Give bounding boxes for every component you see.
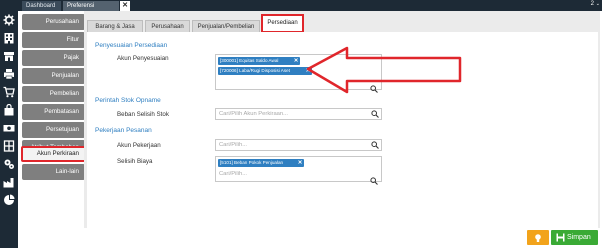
info-button[interactable] (527, 230, 549, 245)
nav-item-pajak[interactable]: Pajak (22, 50, 85, 66)
search-icon[interactable] (371, 110, 379, 118)
selected-account-chip: [5101] Beban Pokok Penjualan ✕ (218, 159, 304, 167)
tab-persediaan[interactable]: Persediaan (261, 14, 304, 33)
save-icon (556, 233, 565, 242)
nav-item-penjualan[interactable]: Penjualan (22, 68, 85, 84)
remove-chip-icon[interactable]: ✕ (293, 57, 299, 65)
bag-icon[interactable] (3, 104, 15, 116)
bulb-icon (533, 233, 543, 243)
nav-item-perusahaan[interactable]: Perusahaan (22, 14, 85, 30)
cash-register-icon[interactable] (3, 140, 15, 152)
input-placeholder: Cari/Pilih... (219, 142, 248, 148)
building-icon[interactable] (3, 32, 15, 44)
printer-icon[interactable] (3, 68, 15, 80)
beban-selisih-stok-input[interactable]: Cari/Pilih Akun Perkiraan... (215, 108, 382, 120)
save-button[interactable]: Simpan (551, 230, 598, 245)
tab-dashboard[interactable]: Dashboard (22, 1, 62, 11)
top-tab-bar: Dashboard Preferensi ✕ 2 ⌄ (0, 0, 602, 11)
section-title-pekerjaan: Pekerjaan Pesanan (95, 127, 152, 134)
nav-item-lain-lain[interactable]: Lain-lain (22, 164, 85, 180)
tab-barang-jasa[interactable]: Barang & Jasa (87, 20, 143, 32)
app-window: Dashboard Preferensi ✕ 2 ⌄ Perusahaan Fi… (0, 0, 602, 248)
search-icon[interactable] (371, 141, 379, 149)
section-title-penyesuaian: Penyesuaian Persediaan (95, 42, 168, 49)
chip-label: [720006] Laba/Rugi Disposisi Aset (220, 68, 290, 73)
nav-item-fitur[interactable]: Fitur (22, 32, 85, 48)
gears-icon[interactable] (3, 158, 15, 170)
field-label-akun-penyesuaian: Akun Penyesuaian (117, 55, 169, 62)
akun-pekerjaan-input[interactable]: Cari/Pilih... (215, 139, 382, 151)
section-title-opname: Perintah Stok Opname (95, 97, 161, 104)
chip-label: [5101] Beban Pokok Penjualan (220, 160, 284, 165)
nav-item-pembatasan[interactable]: Pembatasan (22, 104, 85, 120)
selected-account-chip: [300001] Equitas Saldo Awal ✕ (218, 57, 300, 65)
nav-item-akun-perkiraan[interactable]: Akun Perkiraan (21, 146, 87, 162)
module-icon-strip (0, 11, 18, 248)
chip-label: [300001] Equitas Saldo Awal (220, 58, 279, 63)
search-icon[interactable] (370, 172, 378, 185)
open-tabs-count: 2 (590, 1, 594, 7)
input-placeholder: Cari/Pilih... (219, 171, 248, 177)
chevron-down-icon[interactable]: ⌄ (596, 0, 600, 9)
input-placeholder: Cari/Pilih Akun Perkiraan... (219, 111, 288, 117)
settings-tabs: Barang & Jasa Perusahaan Penjualan/Pembe… (84, 11, 600, 33)
field-label-beban-selisih-stok: Beban Selisih Stok (117, 111, 169, 118)
gear-icon[interactable] (3, 14, 15, 26)
selected-account-chip: [720006] Laba/Rugi Disposisi Aset ✕ (218, 67, 312, 75)
nav-item-persetujuan[interactable]: Persetujuan (22, 122, 85, 138)
preferences-nav: Perusahaan Fitur Pajak Penjualan Pembeli… (18, 11, 90, 248)
tab-preferensi[interactable]: Preferensi (63, 1, 119, 11)
close-tab-icon[interactable]: ✕ (120, 1, 130, 11)
remove-chip-icon[interactable]: ✕ (297, 159, 303, 167)
save-label: Simpan (567, 234, 591, 241)
tab-penjualan-pembelian[interactable]: Penjualan/Pembelian (192, 20, 260, 32)
cart-icon[interactable] (3, 86, 15, 98)
selisih-biaya-multiselect[interactable]: [5101] Beban Pokok Penjualan ✕ Cari/Pili… (215, 156, 382, 185)
tab-perusahaan[interactable]: Perusahaan (145, 20, 190, 32)
shop-icon[interactable] (3, 50, 15, 62)
action-bar (84, 228, 602, 248)
nav-item-pembelian[interactable]: Pembelian (22, 86, 85, 102)
annotation-arrow-icon (306, 46, 462, 94)
field-label-akun-pekerjaan: Akun Pekerjaan (117, 142, 161, 149)
factory-icon[interactable] (3, 176, 15, 188)
pie-chart-icon[interactable] (3, 194, 15, 206)
money-icon[interactable] (3, 122, 15, 134)
field-label-selisih-biaya: Selisih Biaya (117, 158, 153, 165)
